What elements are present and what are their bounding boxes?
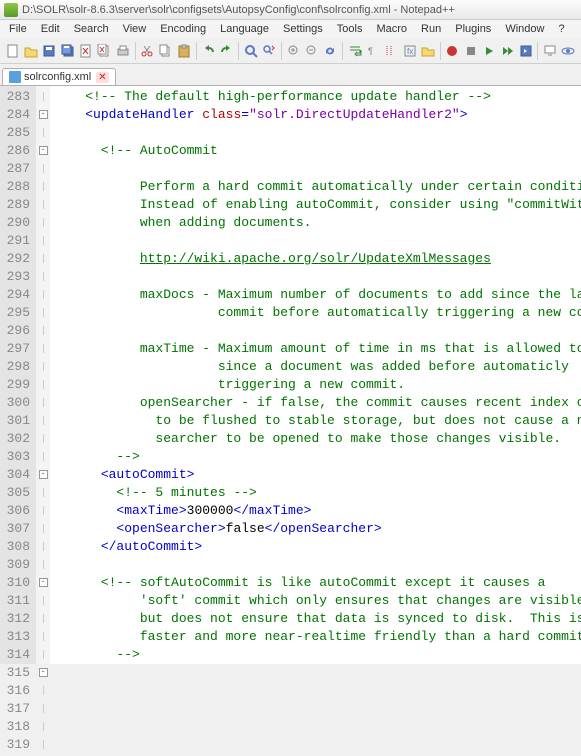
tab-bar: solrconfig.xml ✕ (0, 64, 581, 86)
lang-icon[interactable]: fx (401, 42, 418, 60)
close-icon[interactable] (77, 42, 94, 60)
menu-encoding[interactable]: Encoding (153, 21, 213, 37)
macro-rec-icon[interactable] (444, 42, 461, 60)
menu-run[interactable]: Run (414, 21, 448, 37)
menu-language[interactable]: Language (213, 21, 276, 37)
show-all-icon[interactable]: ¶ (364, 42, 381, 60)
app-icon (4, 3, 18, 17)
menu-search[interactable]: Search (67, 21, 116, 37)
eye-icon[interactable] (560, 42, 577, 60)
save-all-icon[interactable] (59, 42, 76, 60)
menu-edit[interactable]: Edit (34, 21, 67, 37)
sync-icon[interactable] (322, 42, 339, 60)
code-area[interactable]: <!-- The default high-performance update… (50, 86, 581, 664)
toolbar-separator (196, 42, 197, 60)
save-icon[interactable] (41, 42, 58, 60)
menu-view[interactable]: View (116, 21, 154, 37)
fold-toggle-icon[interactable]: - (39, 668, 48, 677)
fold-toggle-icon[interactable]: - (39, 470, 48, 479)
svg-text:¶: ¶ (368, 46, 373, 56)
file-tab[interactable]: solrconfig.xml ✕ (2, 68, 116, 85)
replace-icon[interactable] (261, 42, 278, 60)
fold-toggle-icon[interactable]: - (39, 110, 48, 119)
toolbar-separator (440, 42, 441, 60)
menu-window[interactable]: Window (498, 21, 551, 37)
macro-save-icon[interactable] (517, 42, 534, 60)
menubar: File Edit Search View Encoding Language … (0, 20, 581, 38)
fold-toggle-icon[interactable]: - (39, 578, 48, 587)
toolbar-separator (537, 42, 538, 60)
menu-file[interactable]: File (2, 21, 34, 37)
copy-icon[interactable] (157, 42, 174, 60)
new-file-icon[interactable] (4, 42, 21, 60)
find-icon[interactable] (242, 42, 259, 60)
toolbar-separator (238, 42, 239, 60)
zoom-out-icon[interactable] (303, 42, 320, 60)
redo-icon[interactable] (218, 42, 235, 60)
titlebar: D:\SOLR\solr-8.6.3\server\solr\configset… (0, 0, 581, 20)
editor[interactable]: 2832842852862872882892902912922932942952… (0, 86, 581, 664)
monitor-icon[interactable] (541, 42, 558, 60)
menu-help[interactable]: ? (551, 21, 571, 37)
indent-guide-icon[interactable] (383, 42, 400, 60)
folder-icon[interactable] (419, 42, 436, 60)
tab-label: solrconfig.xml (24, 71, 91, 83)
zoom-in-icon[interactable] (285, 42, 302, 60)
open-file-icon[interactable] (22, 42, 39, 60)
menu-macro[interactable]: Macro (369, 21, 414, 37)
line-number-gutter: 2832842852862872882892902912922932942952… (0, 86, 36, 664)
window-title: D:\SOLR\solr-8.6.3\server\solr\configset… (22, 4, 455, 16)
macro-play-icon[interactable] (480, 42, 497, 60)
word-wrap-icon[interactable] (346, 42, 363, 60)
macro-stop-icon[interactable] (462, 42, 479, 60)
menu-tools[interactable]: Tools (330, 21, 370, 37)
toolbar-separator (135, 42, 136, 60)
toolbar-separator (342, 42, 343, 60)
fold-gutter[interactable]: ----- (36, 86, 50, 664)
tab-close-icon[interactable]: ✕ (96, 72, 108, 83)
undo-icon[interactable] (200, 42, 217, 60)
menu-plugins[interactable]: Plugins (448, 21, 498, 37)
svg-text:fx: fx (407, 47, 413, 56)
close-all-icon[interactable] (96, 42, 113, 60)
print-icon[interactable] (114, 42, 131, 60)
macro-play-multi-icon[interactable] (499, 42, 516, 60)
fold-toggle-icon[interactable]: - (39, 146, 48, 155)
toolbar-separator (281, 42, 282, 60)
toolbar: ¶ fx (0, 38, 581, 64)
cut-icon[interactable] (138, 42, 155, 60)
menu-settings[interactable]: Settings (276, 21, 330, 37)
paste-icon[interactable] (175, 42, 192, 60)
file-type-icon (9, 71, 21, 83)
